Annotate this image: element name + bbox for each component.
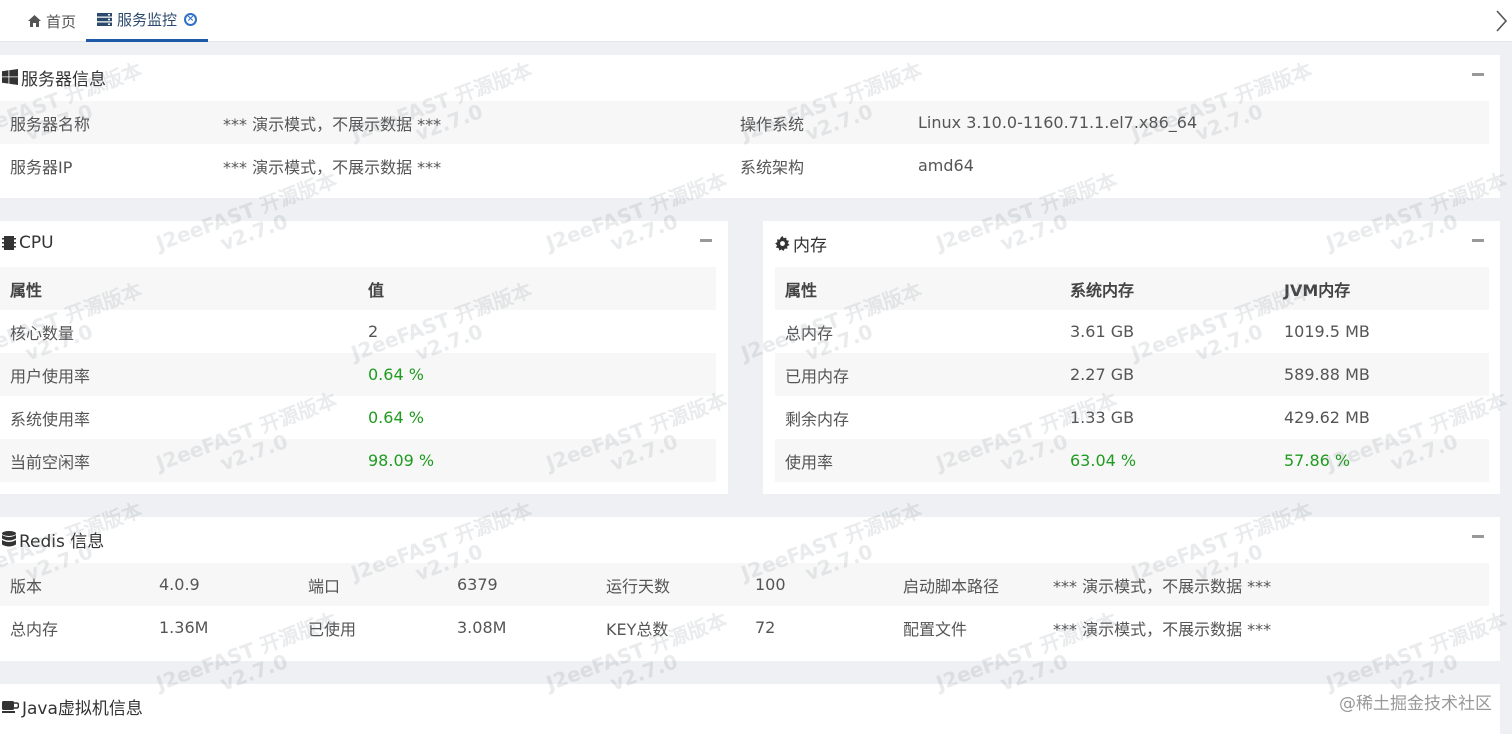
redis-script-path-label: 启动脚本路径 [903, 576, 1000, 596]
server-info-title: 服务器信息 [21, 69, 106, 90]
table-row: 核心数量 2 [0, 310, 716, 353]
table-row: 系统使用率 0.64 % [0, 396, 716, 439]
tab-service-monitor-label: 服务监控 [116, 11, 177, 29]
table-header-row: 属性 系统内存 JVM内存 [775, 267, 1489, 310]
redis-key-count-value: 72 [755, 618, 776, 637]
column-header-value: 值 [368, 280, 385, 300]
table-header-row: 属性 值 [0, 267, 716, 310]
server-name-value: *** 演示模式，不展示数据 *** [223, 114, 442, 134]
table-row: 用户使用率 0.64 % [0, 353, 716, 396]
jvm-panel: Java虚拟机信息 [0, 684, 1500, 734]
redis-key-count-label: KEY总数 [606, 619, 669, 639]
collapse-button[interactable] [1472, 239, 1484, 242]
redis-title: Redis 信息 [19, 531, 105, 552]
server-name-label: 服务器名称 [10, 114, 91, 134]
chevron-right-icon[interactable] [1492, 8, 1510, 34]
tab-home[interactable]: 首页 [18, 0, 86, 42]
redis-port-value: 6379 [457, 575, 498, 594]
cpu-chip-icon [2, 235, 16, 251]
redis-header: Redis 信息 [0, 517, 104, 561]
server-ip-label: 服务器IP [10, 157, 73, 177]
table-row: 当前空闲率 98.09 % [0, 439, 716, 482]
redis-used-value: 3.08M [457, 618, 507, 637]
table-row: 服务器IP *** 演示模式，不展示数据 *** 系统架构 amd64 [0, 144, 1489, 187]
redis-version-value: 4.0.9 [159, 575, 200, 594]
mem-free-system: 1.33 GB [1070, 408, 1135, 427]
cpu-cores-value: 2 [368, 322, 379, 341]
server-ip-value: *** 演示模式，不展示数据 *** [223, 157, 442, 177]
redis-used-label: 已使用 [308, 619, 357, 639]
table-row: 剩余内存 1.33 GB 429.62 MB [775, 396, 1489, 439]
os-value: Linux 3.10.0-1160.71.1.el7.x86_64 [918, 113, 1198, 132]
tab-bar: 首页 服务监控 × [0, 0, 1512, 42]
os-label: 操作系统 [740, 114, 805, 134]
redis-panel: Redis 信息 版本 4.0.9 端口 6379 运行天数 100 启动脚本路… [0, 517, 1500, 661]
jvm-title: Java虚拟机信息 [22, 698, 143, 719]
mem-total-label: 总内存 [785, 323, 834, 343]
cpu-cores-label: 核心数量 [10, 323, 75, 343]
cpu-header: CPU [0, 221, 54, 265]
cpu-idle-value: 98.09 % [368, 451, 435, 470]
redis-uptime-value: 100 [755, 575, 786, 594]
cpu-user-value: 0.64 % [368, 365, 424, 384]
tab-home-label: 首页 [45, 12, 76, 31]
arch-label: 系统架构 [740, 157, 805, 177]
mem-usage-system: 63.04 % [1070, 451, 1137, 470]
server-list-icon [96, 13, 112, 26]
footer-watermark: @稀土掘金技术社区 [1339, 694, 1492, 714]
collapse-button[interactable] [1472, 535, 1484, 538]
cpu-idle-label: 当前空闲率 [10, 452, 91, 472]
mem-free-jvm: 429.62 MB [1284, 408, 1370, 427]
mem-total-system: 3.61 GB [1070, 322, 1135, 341]
redis-total-mem-label: 总内存 [10, 619, 59, 639]
redis-config-file-value: *** 演示模式，不展示数据 *** [1053, 619, 1272, 639]
table-row: 服务器名称 *** 演示模式，不展示数据 *** 操作系统 Linux 3.10… [0, 101, 1489, 144]
memory-title: 内存 [793, 235, 827, 256]
table-row: 总内存 1.36M 已使用 3.08M KEY总数 72 配置文件 *** 演示… [0, 606, 1489, 649]
windows-icon [2, 69, 18, 85]
table-row: 版本 4.0.9 端口 6379 运行天数 100 启动脚本路径 *** 演示模… [0, 563, 1489, 606]
arch-value: amd64 [918, 156, 974, 175]
column-header-attribute: 属性 [785, 280, 818, 300]
table-row: 总内存 3.61 GB 1019.5 MB [775, 310, 1489, 353]
column-header-system-memory: 系统内存 [1070, 280, 1135, 300]
redis-config-file-label: 配置文件 [903, 619, 968, 639]
table-row: 使用率 63.04 % 57.86 % [775, 439, 1489, 482]
close-circle-icon[interactable]: × [184, 13, 197, 26]
redis-uptime-label: 运行天数 [606, 576, 671, 596]
collapse-button[interactable] [1472, 73, 1484, 76]
redis-version-label: 版本 [10, 576, 43, 596]
cpu-panel: CPU 属性 值 核心数量 2 用户使用率 0.64 % 系统使用率 0.64 … [0, 221, 728, 494]
mem-used-label: 已用内存 [785, 366, 850, 386]
home-icon [27, 15, 41, 27]
mem-used-jvm: 589.88 MB [1284, 365, 1370, 384]
column-header-attribute: 属性 [10, 280, 43, 300]
memory-panel: 内存 属性 系统内存 JVM内存 总内存 3.61 GB 1019.5 MB 已… [763, 221, 1500, 494]
server-info-header: 服务器信息 [0, 55, 106, 99]
gear-icon [775, 235, 790, 251]
server-info-panel: 服务器信息 服务器名称 *** 演示模式，不展示数据 *** 操作系统 Linu… [0, 55, 1500, 198]
cpu-title: CPU [19, 233, 54, 253]
mem-used-system: 2.27 GB [1070, 365, 1135, 384]
cpu-system-label: 系统使用率 [10, 409, 91, 429]
mem-total-jvm: 1019.5 MB [1284, 322, 1370, 341]
redis-port-label: 端口 [308, 576, 341, 596]
cpu-user-label: 用户使用率 [10, 366, 91, 386]
cpu-system-value: 0.64 % [368, 408, 424, 427]
mem-free-label: 剩余内存 [785, 409, 850, 429]
mem-usage-label: 使用率 [785, 452, 834, 472]
memory-header: 内存 [763, 221, 827, 265]
jvm-header: Java虚拟机信息 [0, 684, 143, 728]
redis-script-path-value: *** 演示模式，不展示数据 *** [1053, 576, 1272, 596]
redis-total-mem-value: 1.36M [159, 618, 209, 637]
table-row: 已用内存 2.27 GB 589.88 MB [775, 353, 1489, 396]
column-header-jvm-memory: JVM内存 [1284, 280, 1351, 300]
database-icon [2, 531, 16, 547]
tab-service-monitor[interactable]: 服务监控 × [86, 0, 208, 42]
collapse-button[interactable] [700, 239, 712, 242]
coffee-cup-icon [2, 700, 19, 713]
mem-usage-jvm: 57.86 % [1284, 451, 1351, 470]
